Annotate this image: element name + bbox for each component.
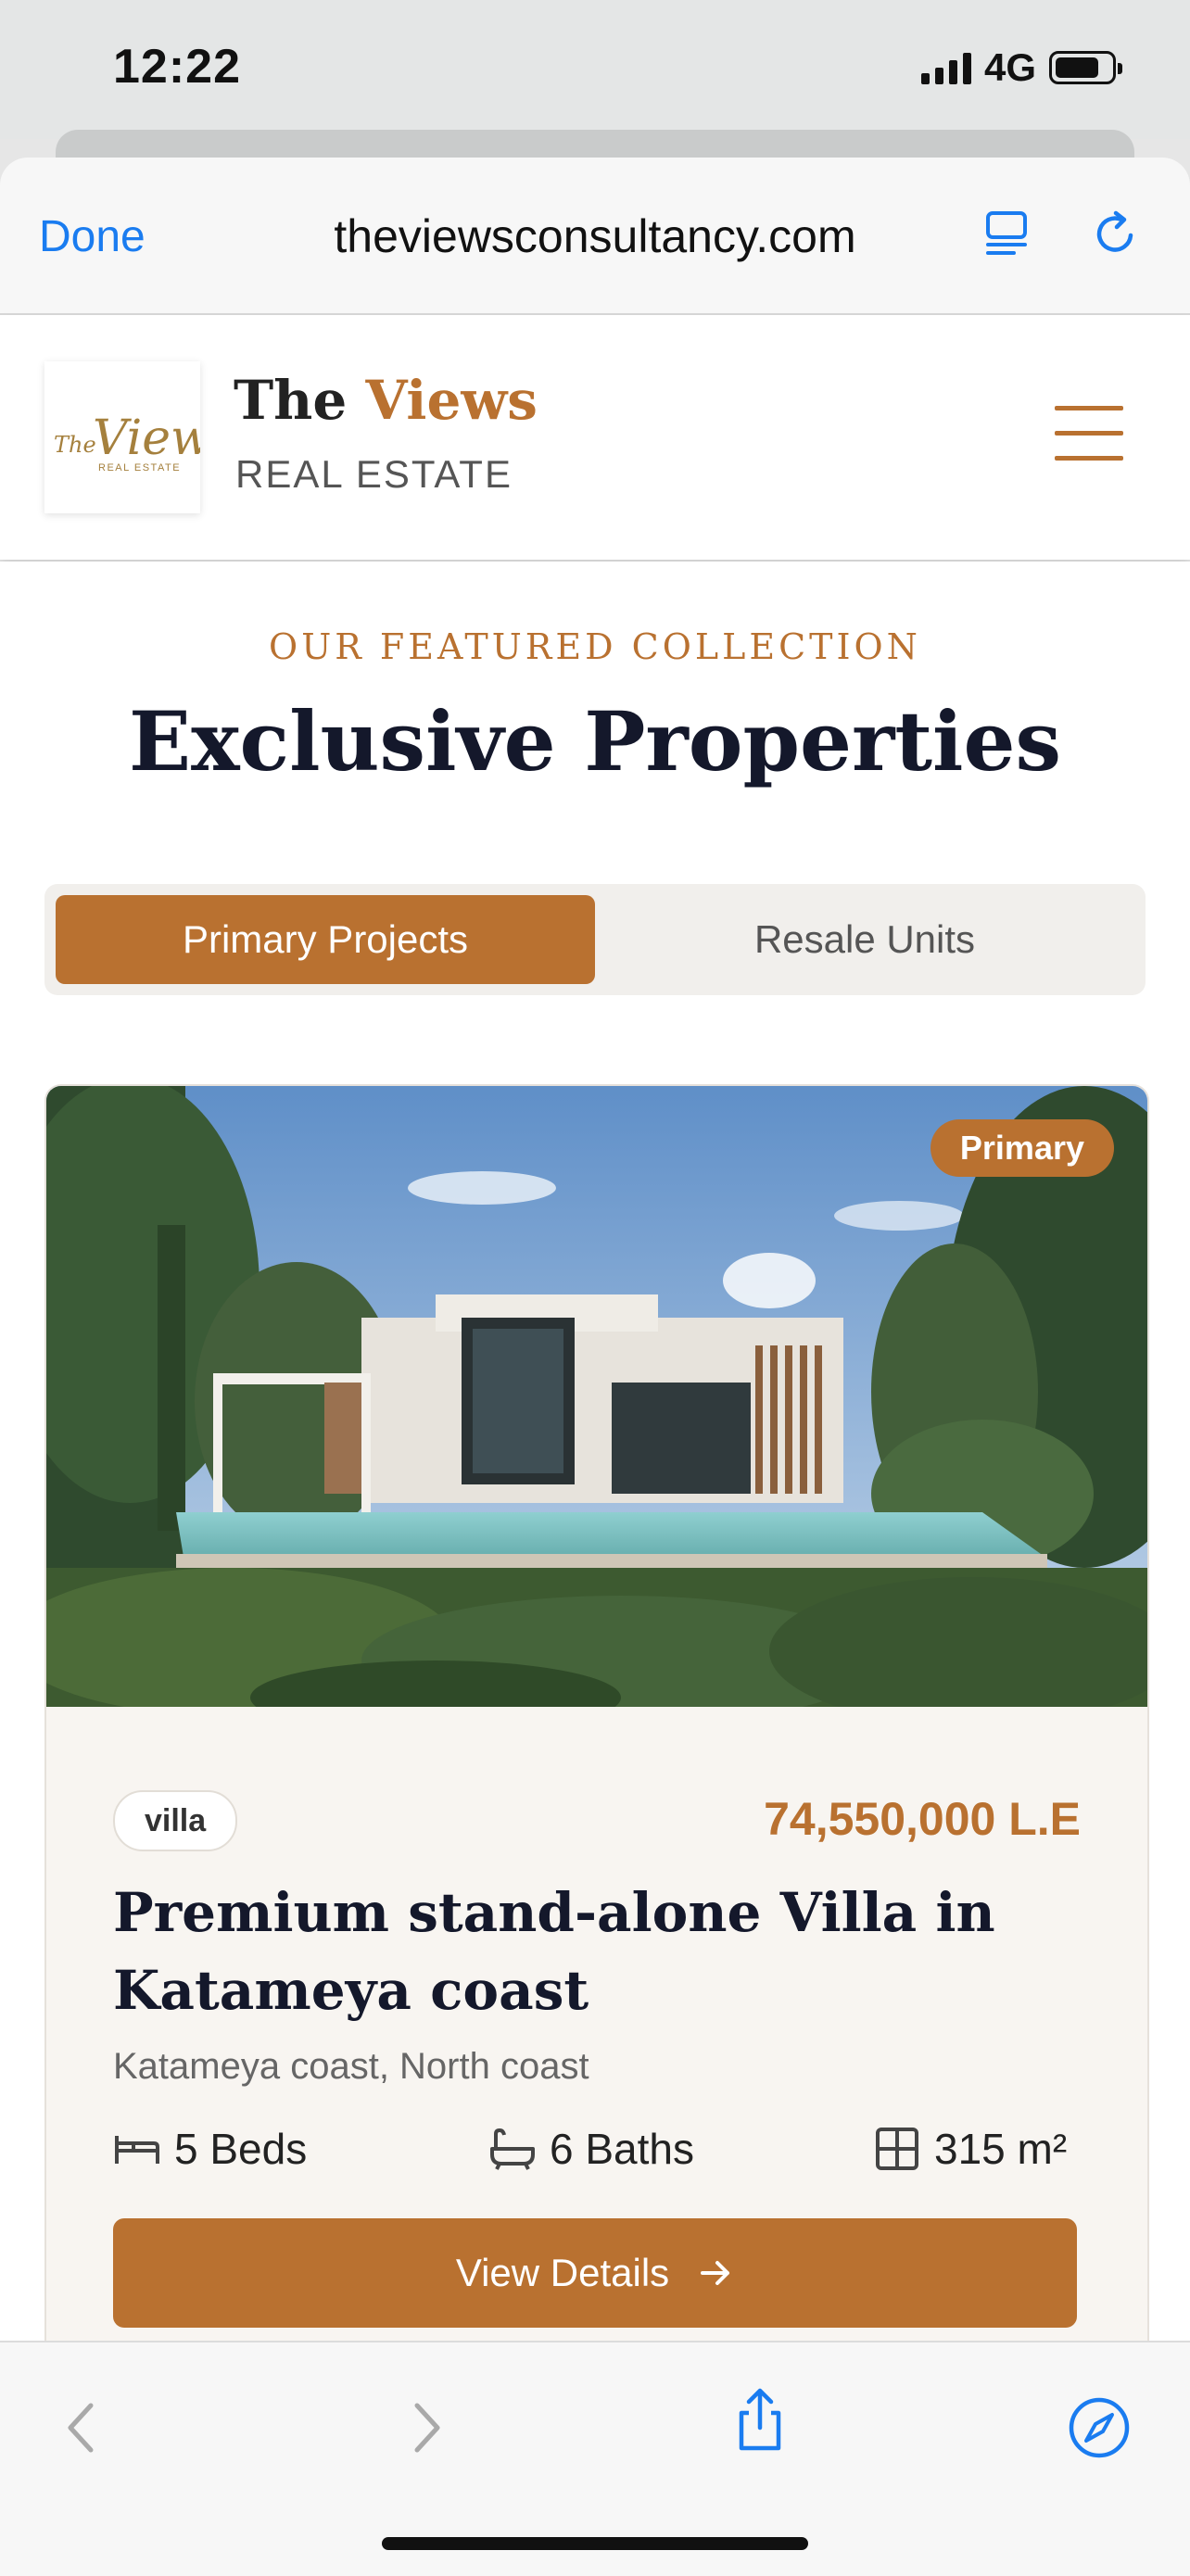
tab-resale-units[interactable]: Resale Units: [595, 895, 1134, 984]
battery-level: [1056, 57, 1099, 78]
status-time: 12:22: [113, 40, 241, 94]
property-card[interactable]: Primary villa 74,550,000 L.E Premium sta…: [44, 1084, 1149, 2385]
svg-text:REAL ESTATE: REAL ESTATE: [98, 462, 181, 474]
forward-icon[interactable]: [391, 2394, 458, 2461]
arrow-right-icon: [701, 2261, 730, 2285]
area-label: 315 m²: [934, 2125, 1068, 2173]
section-title: Exclusive Properties: [129, 693, 1061, 789]
back-icon[interactable]: [50, 2394, 117, 2461]
status-bar: 12:22 4G: [0, 0, 1190, 139]
brand-subtitle: REAL ESTATE: [235, 452, 513, 496]
svg-text:Views: Views: [93, 410, 200, 466]
main-content: OUR FEATURED COLLECTION Exclusive Proper…: [0, 562, 1190, 2385]
brand-title-accent: Views: [365, 369, 538, 432]
property-image[interactable]: Primary: [46, 1086, 1147, 1707]
brand-title: The Views: [234, 369, 538, 432]
reader-icon[interactable]: [982, 209, 1031, 258]
view-details-label: View Details: [455, 2251, 670, 2294]
menu-icon[interactable]: [1055, 406, 1123, 461]
property-tabs: Primary Projects Resale Units: [44, 884, 1146, 995]
beds-spec: 5 Beds: [113, 2124, 307, 2174]
baths-spec: 6 Baths: [488, 2124, 694, 2174]
bed-icon: [115, 2136, 159, 2164]
tab-primary-projects[interactable]: Primary Projects: [56, 895, 595, 984]
signal-icon: [920, 51, 971, 84]
area-spec: 315 m²: [873, 2124, 1067, 2174]
home-indicator: [382, 2537, 808, 2550]
area-icon: [876, 2128, 918, 2170]
compass-icon[interactable]: [1066, 2394, 1133, 2461]
share-icon[interactable]: [727, 2387, 793, 2454]
bath-icon: [490, 2128, 535, 2170]
section-kicker: OUR FEATURED COLLECTION: [269, 626, 921, 667]
status-indicators: 4G: [920, 44, 1122, 91]
property-location: Katameya coast, North coast: [113, 2046, 589, 2087]
property-specs: 5 Beds 6 Baths 315 m²: [113, 2124, 1077, 2179]
network-label: 4G: [983, 45, 1036, 89]
site-logo[interactable]: The Views REAL ESTATE: [44, 361, 236, 513]
property-price: 74,550,000 L.E: [764, 1793, 1081, 1845]
site-header: The Views REAL ESTATE The Views REAL EST…: [0, 315, 1190, 560]
view-details-button[interactable]: View Details: [113, 2218, 1077, 2328]
brand-title-first: The: [234, 369, 366, 432]
svg-text:The: The: [54, 432, 96, 458]
browser-top-bar: Done theviewsconsultancy.com: [0, 158, 1190, 315]
baths-label: 6 Baths: [550, 2125, 694, 2173]
beds-label: 5 Beds: [174, 2125, 308, 2173]
property-title[interactable]: Premium stand-alone Villa in Katameya co…: [113, 1874, 1077, 2029]
reload-icon[interactable]: [1090, 208, 1142, 259]
primary-badge: Primary: [930, 1119, 1114, 1177]
battery-icon: [1049, 51, 1122, 84]
property-type-badge: villa: [113, 1790, 238, 1851]
